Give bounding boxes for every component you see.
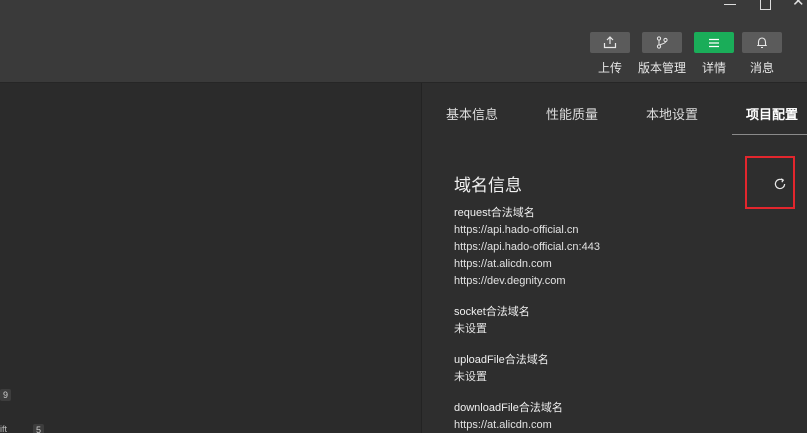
domain-value: https://dev.degnity.com — [454, 275, 566, 287]
socket-domain-group: socket合法域名 未设置 — [454, 304, 530, 338]
active-tab-indicator — [732, 134, 807, 135]
menu-icon — [694, 32, 734, 53]
domain-value: 未设置 — [454, 323, 487, 335]
request-domain-group: request合法域名 https://api.hado-official.cn… — [454, 205, 600, 290]
domain-value: https://at.alicdn.com — [454, 419, 552, 431]
refresh-button[interactable] — [772, 176, 788, 192]
domain-value: https://api.hado-official.cn — [454, 224, 579, 236]
domain-value: https://api.hado-official.cn:443 — [454, 241, 600, 253]
messages-button[interactable]: 消息 — [742, 32, 782, 75]
tab-local-settings[interactable]: 本地设置 — [646, 104, 698, 123]
branch-icon — [642, 32, 682, 53]
domain-value: 未设置 — [454, 371, 487, 383]
domain-value: https://at.alicdn.com — [454, 258, 552, 270]
group-label: request合法域名 — [454, 207, 535, 219]
uploadfile-domain-group: uploadFile合法域名 未设置 — [454, 352, 549, 386]
version-management-button[interactable]: 版本管理 — [638, 32, 686, 75]
upload-icon — [590, 32, 630, 53]
version-management-label: 版本管理 — [637, 61, 687, 75]
tab-basic-info[interactable]: 基本信息 — [446, 104, 498, 123]
minimize-icon[interactable] — [724, 4, 736, 5]
top-toolbar: ✕ 上传 版本管理 详情 消息 — [0, 0, 807, 83]
maximize-icon[interactable] — [760, 0, 771, 10]
close-icon[interactable]: ✕ — [792, 0, 805, 9]
group-label: downloadFile合法域名 — [454, 402, 563, 414]
tab-performance[interactable]: 性能质量 — [546, 104, 598, 123]
app-window: ✕ 上传 版本管理 详情 消息 9 ift 5 基本信息 性能质量 本地设置 项… — [0, 0, 807, 433]
tab-project-config[interactable]: 项目配置 — [746, 104, 798, 123]
section-title: 域名信息 — [454, 176, 522, 195]
partial-text: ift — [0, 424, 8, 433]
group-label: uploadFile合法域名 — [454, 354, 549, 366]
count-badge: 5 — [33, 424, 45, 433]
upload-label: 上传 — [597, 61, 623, 75]
details-tabs: 基本信息 性能质量 本地设置 项目配置 — [422, 83, 807, 135]
upload-button[interactable]: 上传 — [590, 32, 630, 75]
bell-icon — [742, 32, 782, 53]
group-label: socket合法域名 — [454, 306, 530, 318]
downloadfile-domain-group: downloadFile合法域名 https://at.alicdn.com — [454, 400, 563, 433]
refresh-icon — [774, 178, 786, 190]
count-badge: 9 — [0, 389, 12, 401]
details-label: 详情 — [701, 61, 727, 75]
messages-label: 消息 — [749, 61, 775, 75]
editor-area: 9 ift 5 — [0, 83, 422, 433]
details-button[interactable]: 详情 — [694, 32, 734, 75]
details-panel: 基本信息 性能质量 本地设置 项目配置 域名信息 request合法域名 htt… — [422, 83, 807, 433]
